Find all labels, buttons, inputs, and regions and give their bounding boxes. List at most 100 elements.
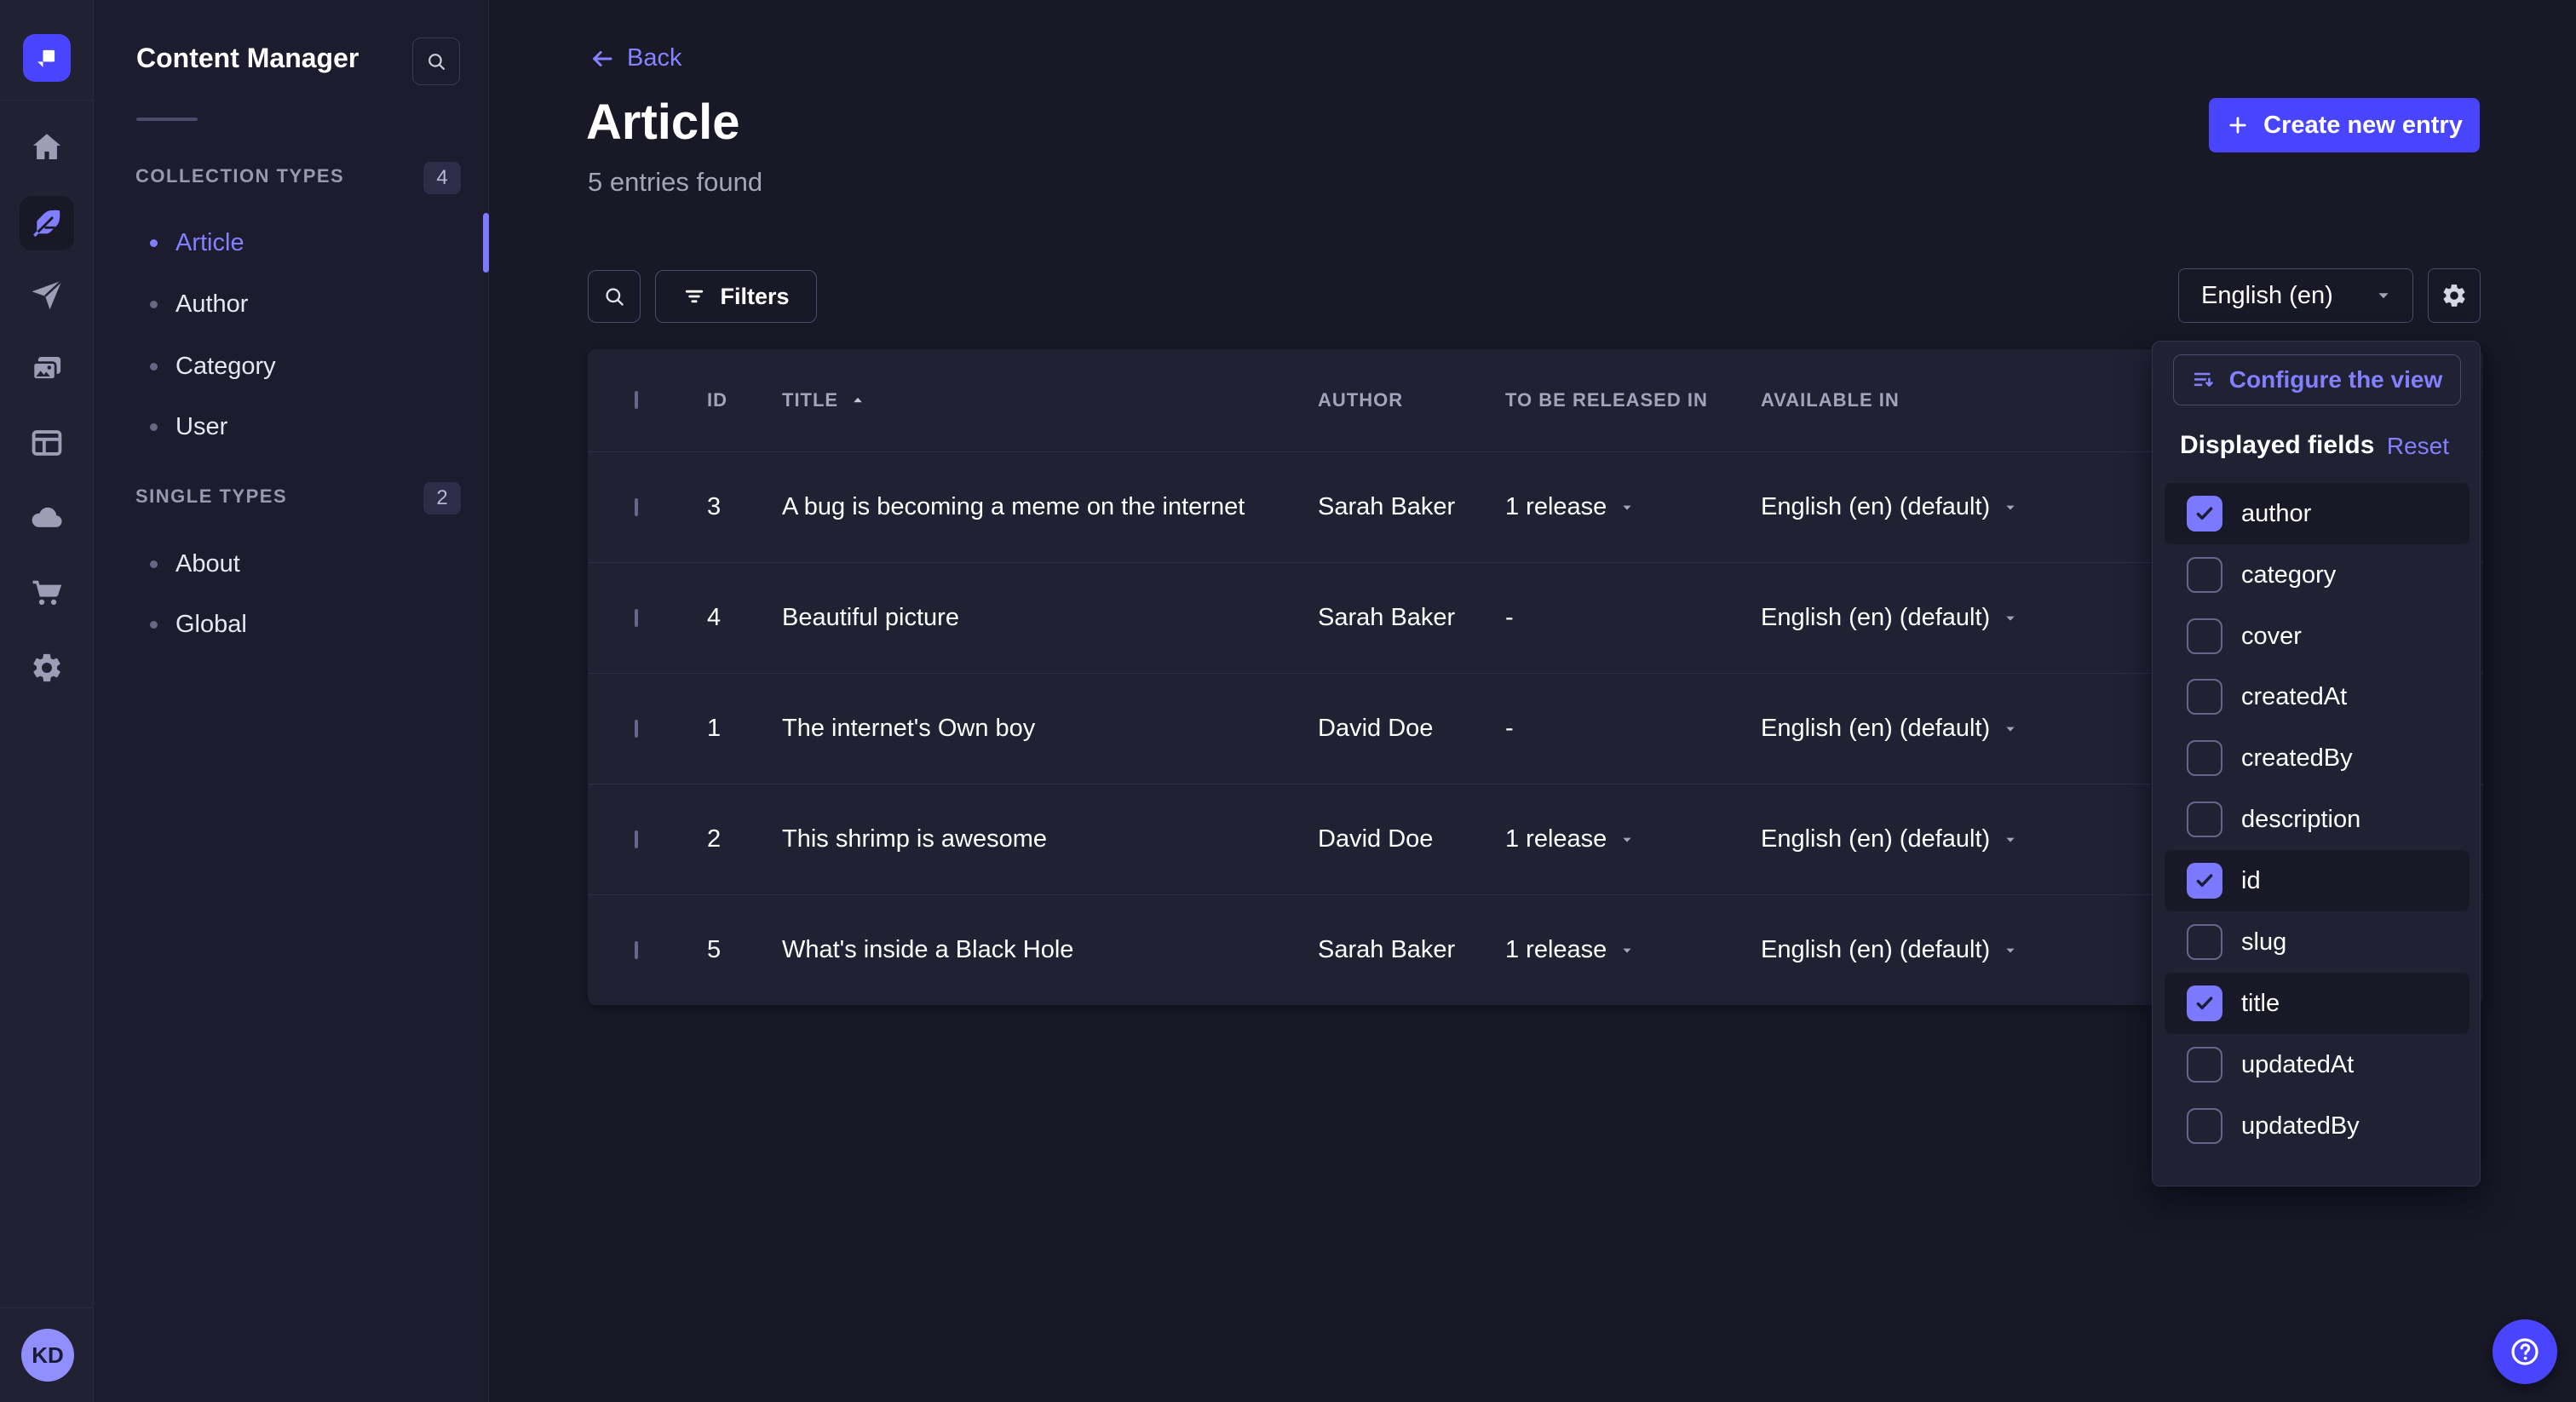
field-toggle-createdAt[interactable]: createdAt xyxy=(2165,666,2470,727)
sidebar-item-author[interactable]: Author xyxy=(94,287,489,321)
field-toggle-updatedBy[interactable]: updatedBy xyxy=(2165,1095,2470,1157)
filters-button[interactable]: Filters xyxy=(655,270,817,323)
plus-icon xyxy=(2226,113,2250,137)
releases-menu-chevron-icon[interactable] xyxy=(1619,499,1636,516)
column-header-title[interactable]: TITLE xyxy=(782,389,1318,411)
bullet-icon xyxy=(150,560,158,568)
bullet-icon xyxy=(150,239,158,247)
sidebar-item-global[interactable]: Global xyxy=(94,607,489,641)
field-toggle-description[interactable]: description xyxy=(2165,789,2470,850)
nav-rail: KD xyxy=(0,0,94,1402)
images-icon[interactable] xyxy=(0,342,94,397)
locale-select[interactable]: English (en) xyxy=(2178,268,2413,323)
column-header-id[interactable]: ID xyxy=(707,389,782,411)
locales-menu-chevron-icon[interactable] xyxy=(2002,499,2019,516)
content-manager-app: KD Content Manager COLLECTION TYPES 4 Ar… xyxy=(0,0,2576,1402)
checkbox-checked[interactable] xyxy=(2187,496,2222,531)
strapi-logo-icon xyxy=(32,43,61,72)
sort-ascending-icon xyxy=(848,391,867,410)
sidebar-divider xyxy=(136,118,198,121)
locales-menu-chevron-icon[interactable] xyxy=(2002,610,2019,627)
checkbox-unchecked[interactable] xyxy=(2187,1108,2222,1144)
feather-icon[interactable] xyxy=(0,196,94,250)
locales-menu-chevron-icon[interactable] xyxy=(2002,721,2019,738)
sidebar-scrollbar-thumb[interactable] xyxy=(483,213,489,273)
checkbox-checked[interactable] xyxy=(2187,863,2222,899)
help-button[interactable] xyxy=(2493,1319,2557,1384)
checkbox-unchecked[interactable] xyxy=(2187,557,2222,593)
row-checkbox[interactable] xyxy=(635,720,638,738)
sidebar-title: Content Manager xyxy=(136,43,359,74)
field-toggle-createdBy[interactable]: createdBy xyxy=(2165,727,2470,789)
sidebar-item-category[interactable]: Category xyxy=(94,349,489,383)
view-settings-popover: Configure the view Displayed fields Rese… xyxy=(2152,341,2481,1187)
table-search-button[interactable] xyxy=(588,270,641,323)
field-toggle-author[interactable]: author xyxy=(2165,483,2470,544)
entries-count: 5 entries found xyxy=(588,167,762,198)
sidebar-item-article[interactable]: Article xyxy=(94,226,489,260)
chevron-down-icon xyxy=(2373,285,2394,306)
checkbox-unchecked[interactable] xyxy=(2187,740,2222,776)
select-all-checkbox[interactable] xyxy=(635,391,638,409)
configure-list-icon xyxy=(2192,368,2216,392)
sidebar-item-about[interactable]: About xyxy=(94,547,489,581)
cloud-icon[interactable] xyxy=(0,490,94,544)
strapi-logo[interactable] xyxy=(23,34,71,82)
locales-menu-chevron-icon[interactable] xyxy=(2002,942,2019,959)
rail-divider xyxy=(0,100,94,101)
back-link[interactable]: Back xyxy=(589,44,681,72)
search-icon xyxy=(425,50,447,72)
field-toggle-slug[interactable]: slug xyxy=(2165,911,2470,973)
check-icon xyxy=(2193,502,2217,526)
sidebar-search-button[interactable] xyxy=(412,37,460,85)
layout-icon[interactable] xyxy=(0,416,94,470)
checkbox-unchecked[interactable] xyxy=(2187,679,2222,715)
field-toggle-title[interactable]: title xyxy=(2165,973,2470,1034)
bullet-icon xyxy=(150,423,158,431)
checkbox-unchecked[interactable] xyxy=(2187,618,2222,654)
releases-menu-chevron-icon[interactable] xyxy=(1619,942,1636,959)
field-toggle-cover[interactable]: cover xyxy=(2165,606,2470,667)
paper-plane-icon[interactable] xyxy=(0,268,94,323)
sidebar-item-user[interactable]: User xyxy=(94,410,489,444)
row-checkbox[interactable] xyxy=(635,498,638,516)
checkbox-checked[interactable] xyxy=(2187,985,2222,1021)
cart-icon[interactable] xyxy=(0,564,94,618)
row-checkbox[interactable] xyxy=(635,609,638,627)
single-types-count-badge: 2 xyxy=(423,482,461,514)
locales-menu-chevron-icon[interactable] xyxy=(2002,831,2019,848)
checkbox-unchecked[interactable] xyxy=(2187,1047,2222,1083)
gear-icon xyxy=(2441,282,2468,309)
bullet-icon xyxy=(150,301,158,308)
bullet-icon xyxy=(150,363,158,371)
view-settings-gear-button[interactable] xyxy=(2428,268,2481,323)
reset-link[interactable]: Reset xyxy=(2387,433,2449,460)
rail-bottom-divider xyxy=(0,1307,94,1308)
row-checkbox[interactable] xyxy=(635,941,638,959)
row-checkbox[interactable] xyxy=(635,830,638,848)
question-mark-icon xyxy=(2508,1335,2542,1369)
check-icon xyxy=(2193,869,2217,893)
filter-icon xyxy=(682,284,706,308)
page-title: Article xyxy=(586,94,740,151)
field-toggle-category[interactable]: category xyxy=(2165,544,2470,606)
configure-the-view-button[interactable]: Configure the view xyxy=(2173,354,2461,405)
avatar[interactable]: KD xyxy=(21,1329,74,1382)
home-icon[interactable] xyxy=(0,120,94,175)
collection-types-label: COLLECTION TYPES xyxy=(135,165,344,187)
single-types-label: SINGLE TYPES xyxy=(135,486,287,508)
checkbox-unchecked[interactable] xyxy=(2187,802,2222,837)
search-icon xyxy=(602,284,626,308)
bullet-icon xyxy=(150,621,158,629)
arrow-left-icon xyxy=(589,46,615,72)
field-toggle-updatedAt[interactable]: updatedAt xyxy=(2165,1034,2470,1095)
checkbox-unchecked[interactable] xyxy=(2187,924,2222,960)
releases-menu-chevron-icon[interactable] xyxy=(1619,831,1636,848)
column-header-author[interactable]: AUTHOR xyxy=(1318,389,1505,411)
column-header-released[interactable]: TO BE RELEASED IN xyxy=(1505,389,1761,411)
field-toggle-id[interactable]: id xyxy=(2165,850,2470,911)
collection-types-count-badge: 4 xyxy=(423,162,461,194)
create-new-entry-button[interactable]: Create new entry xyxy=(2209,98,2480,152)
gear-icon[interactable] xyxy=(0,641,94,695)
displayed-fields-title: Displayed fields xyxy=(2180,431,2374,460)
